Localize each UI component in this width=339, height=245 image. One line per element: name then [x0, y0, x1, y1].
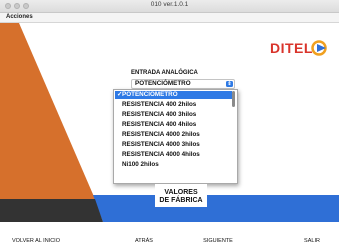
main-stage: DITEL ENTRADA ANALÓGICA N T POTENCIÓMETR…: [0, 23, 339, 222]
atras-button[interactable]: ATRÁS: [124, 237, 164, 245]
volver-al-inicio-button[interactable]: VOLVER AL INICIO: [6, 237, 66, 245]
entrada-options-popup: ✓POTENCIÓMETRO RESISTENCIA 400 2hilos RE…: [113, 89, 238, 184]
option-resistencia-400-2hilos[interactable]: RESISTENCIA 400 2hilos: [115, 101, 232, 109]
select-arrows-icon: ⇕: [226, 81, 233, 87]
footer-navigation: VOLVER AL INICIO ATRÁS SIGUIENTE SALIR: [0, 222, 339, 245]
option-resistencia-400-3hilos[interactable]: RESISTENCIA 400 3hilos: [115, 111, 232, 119]
blue-band: [93, 195, 339, 222]
ditel-logo-mark-icon: [311, 40, 327, 56]
scrollbar-thumb[interactable]: [232, 91, 235, 107]
window-title: 010 ver.1.0.1: [150, 1, 189, 8]
option-resistencia-4000-3hilos[interactable]: RESISTENCIA 4000 3hilos: [115, 141, 232, 149]
select-current-value: POTENCIÓMETRO: [135, 80, 191, 87]
menubar: Acciones: [0, 13, 339, 23]
menu-acciones[interactable]: Acciones: [6, 14, 33, 20]
window-titlebar: 010 ver.1.0.1: [0, 0, 339, 13]
option-resistencia-4000-4hilos[interactable]: RESISTENCIA 4000 4hilos: [115, 151, 232, 159]
option-ni100-2hilos[interactable]: Ni100 2hilos: [115, 161, 232, 169]
entrada-analogica-select[interactable]: POTENCIÓMETRO ⇕: [131, 79, 235, 89]
option-potenciometro[interactable]: ✓POTENCIÓMETRO: [115, 91, 232, 99]
salir-button[interactable]: SALIR: [297, 237, 327, 245]
option-resistencia-400-4hilos[interactable]: RESISTENCIA 400 4hilos: [115, 121, 232, 129]
valores-line-1: VALORES: [164, 189, 198, 196]
siguiente-button[interactable]: SIGUIENTE: [194, 237, 242, 245]
entrada-analogica-label: ENTRADA ANALÓGICA: [131, 70, 198, 76]
dropdown-scrollbar[interactable]: [232, 91, 236, 182]
ditel-logo: DITEL: [270, 40, 313, 56]
option-resistencia-4000-2hilos[interactable]: RESISTENCIA 4000 2hilos: [115, 131, 232, 139]
valores-de-fabrica-button[interactable]: VALORES DE FÁBRICA: [155, 184, 207, 207]
valores-line-2: DE FÁBRICA: [159, 197, 203, 204]
dark-strip: [0, 199, 103, 222]
orange-wedge: [0, 23, 95, 199]
